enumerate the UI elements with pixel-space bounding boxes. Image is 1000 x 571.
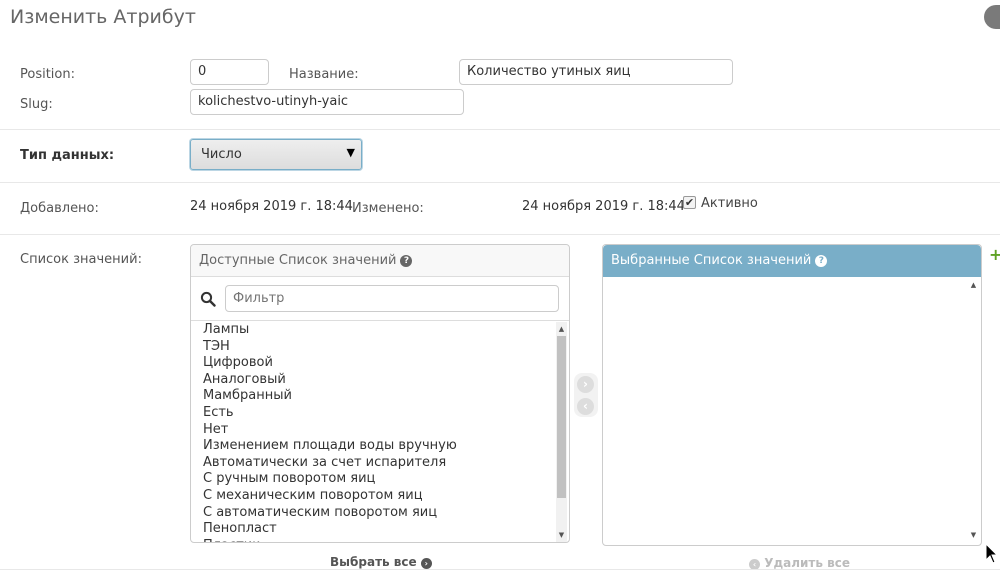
scroll-up-icon[interactable]: ▲ (968, 280, 979, 290)
position-input[interactable]: 0 (190, 59, 269, 85)
available-header: Доступные Список значений? (191, 245, 569, 277)
available-list[interactable]: Лампы ТЭН Цифровой Аналоговый Мамбранный Есть… (191, 322, 557, 542)
remove-all-label: Удалить все (764, 556, 850, 570)
scroll-down-icon[interactable]: ▼ (968, 530, 979, 540)
filter-row (191, 277, 569, 321)
available-selector: Доступные Список значений? ЛампыТЭНЦифро… (190, 244, 570, 543)
choose-all-link[interactable]: Выбрать все › (330, 555, 432, 569)
chosen-scrollbar[interactable]: ▲ ▼ (968, 278, 979, 542)
list-item[interactable]: С механическим поворотом яиц (191, 488, 557, 505)
divider (0, 569, 1000, 570)
scroll-down-icon[interactable]: ▼ (556, 530, 567, 540)
scroll-up-icon[interactable]: ▲ (556, 324, 567, 334)
mouse-cursor-icon (985, 543, 999, 564)
list-item[interactable]: Мамбранный (191, 388, 557, 405)
list-item[interactable]: Цифровой (191, 355, 557, 372)
active-checkbox[interactable]: ✔ (683, 196, 696, 209)
datatype-value: Число (201, 147, 242, 162)
choose-all-label: Выбрать все (330, 555, 417, 569)
search-icon (200, 291, 216, 307)
divider (0, 234, 1000, 235)
chevron-down-icon: ▼ (346, 146, 355, 159)
list-item[interactable]: С ручным поворотом яиц (191, 471, 557, 488)
remove-all-link[interactable]: ‹ Удалить все (749, 556, 850, 570)
page-title: Изменить Атрибут (10, 6, 196, 28)
help-icon[interactable]: ? (400, 255, 413, 267)
help-icon[interactable]: ? (815, 255, 828, 267)
list-item[interactable]: С автоматическим поворотом яиц (191, 505, 557, 522)
name-input[interactable]: Количество утиных яиц (459, 59, 733, 85)
add-icon[interactable]: + (989, 245, 1000, 264)
chosen-title: Выбранные Список значений (611, 253, 812, 268)
slug-label: Slug: (20, 97, 53, 112)
chosen-header: Выбранные Список значений? (603, 245, 981, 277)
list-item[interactable]: Нет (191, 422, 557, 439)
datatype-select[interactable]: Число ▼ (190, 139, 362, 170)
added-value: 24 ноября 2019 г. 18:44 (190, 199, 353, 214)
move-right-icon[interactable]: › (577, 376, 594, 393)
changed-label: Изменено: (352, 201, 424, 216)
move-left-icon[interactable]: ‹ (577, 398, 594, 415)
corner-button[interactable] (984, 5, 1000, 29)
divider (0, 182, 1000, 183)
available-title: Доступные Список значений (199, 253, 397, 268)
list-item[interactable]: Пластик (191, 538, 557, 542)
added-label: Добавлено: (20, 201, 99, 216)
list-item[interactable]: Пенопласт (191, 521, 557, 538)
divider (0, 129, 1000, 130)
filter-input[interactable] (225, 285, 559, 312)
scroll-thumb[interactable] (557, 336, 566, 498)
list-item[interactable]: Есть (191, 405, 557, 422)
name-label: Название: (289, 67, 359, 82)
changed-value: 24 ноября 2019 г. 18:44 (522, 199, 685, 214)
list-item[interactable]: Автоматически за счет испарителя (191, 455, 557, 472)
list-item[interactable]: Изменением площади воды вручную (191, 438, 557, 455)
slug-input[interactable]: kolichestvo-utinyh-yaic (190, 89, 464, 115)
chosen-selector: Выбранные Список значений? ▲ ▼ (602, 244, 982, 546)
values-label: Список значений: (20, 252, 142, 267)
available-scrollbar[interactable]: ▲ ▼ (556, 322, 567, 542)
position-label: Position: (20, 67, 75, 82)
list-item[interactable]: Аналоговый (191, 372, 557, 389)
list-item[interactable]: ТЭН (191, 339, 557, 356)
datatype-label: Тип данных: (20, 148, 115, 163)
active-label: Активно (701, 196, 758, 211)
list-item[interactable]: Лампы (191, 322, 557, 339)
arrow-right-icon: › (420, 558, 432, 569)
